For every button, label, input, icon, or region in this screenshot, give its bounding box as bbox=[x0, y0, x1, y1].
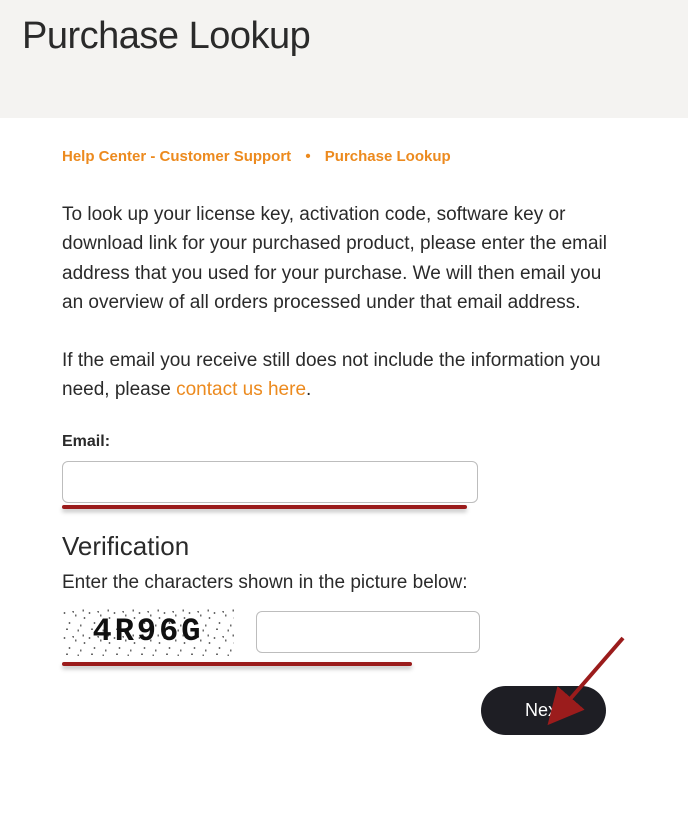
intro-text-before-link: If the email you receive still does not … bbox=[62, 350, 601, 400]
captcha-text: 4R96G bbox=[62, 608, 234, 656]
breadcrumb: Help Center - Customer Support • Purchas… bbox=[62, 148, 626, 165]
page-content: Help Center - Customer Support • Purchas… bbox=[0, 118, 688, 775]
next-button[interactable]: Next bbox=[481, 686, 606, 735]
annotation-underline-email bbox=[62, 505, 467, 509]
email-row: Email: bbox=[62, 433, 626, 509]
intro-text-after-link: . bbox=[306, 379, 311, 400]
verification-instruction: Enter the characters shown in the pictur… bbox=[62, 572, 626, 594]
intro-paragraph-1: To look up your license key, activation … bbox=[62, 200, 626, 318]
breadcrumb-link-purchase-lookup[interactable]: Purchase Lookup bbox=[325, 148, 451, 165]
contact-us-link[interactable]: contact us here bbox=[176, 379, 306, 400]
intro-paragraph-2: If the email you receive still does not … bbox=[62, 346, 626, 405]
captcha-row: 4R96G bbox=[62, 608, 626, 656]
annotation-underline-captcha bbox=[62, 662, 412, 666]
verification-title: Verification bbox=[62, 531, 626, 562]
button-row: Next bbox=[62, 686, 626, 735]
email-input[interactable] bbox=[62, 461, 478, 503]
email-label: Email: bbox=[62, 433, 626, 451]
breadcrumb-separator: • bbox=[305, 148, 310, 165]
page-title: Purchase Lookup bbox=[22, 15, 666, 58]
page-header: Purchase Lookup bbox=[0, 0, 688, 118]
captcha-input[interactable] bbox=[256, 611, 480, 653]
breadcrumb-link-help-center[interactable]: Help Center - Customer Support bbox=[62, 148, 291, 165]
captcha-image: 4R96G bbox=[62, 608, 234, 656]
